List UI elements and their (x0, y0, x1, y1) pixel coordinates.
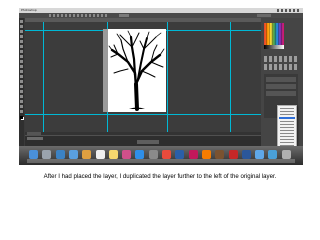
path-selection-tool-icon[interactable] (20, 95, 23, 98)
preferences-icon[interactable] (148, 150, 158, 159)
menu-item[interactable] (280, 111, 294, 112)
zoom-tool-icon[interactable] (20, 110, 23, 113)
swatches-panel[interactable] (264, 23, 284, 45)
pen-tool-icon[interactable] (20, 85, 23, 88)
notes-icon[interactable] (108, 150, 118, 159)
create-timeline-button[interactable] (137, 140, 159, 144)
duplicated-layer-edge[interactable] (103, 29, 108, 112)
hand-tool-icon[interactable] (20, 105, 23, 108)
history-brush-tool-icon[interactable] (20, 65, 23, 68)
app-store-icon[interactable] (135, 150, 145, 159)
grayscale-swatches[interactable] (264, 45, 284, 49)
itunes-icon[interactable] (122, 150, 132, 159)
photoshop-icon[interactable] (175, 150, 185, 159)
guide-vertical-mid-right[interactable] (167, 22, 168, 132)
guide-vertical-right[interactable] (230, 22, 231, 132)
menu-item-highlighted[interactable] (279, 117, 295, 119)
adjustments-icons[interactable] (264, 56, 298, 62)
downloads-icon[interactable] (268, 150, 278, 159)
screenshot: Photoshop (19, 8, 303, 165)
shape-tool-icon[interactable] (20, 100, 23, 103)
type-tool-icon[interactable] (20, 90, 23, 93)
menu-item[interactable] (280, 136, 294, 137)
workspace-switcher[interactable] (257, 14, 271, 17)
menu-item[interactable] (280, 108, 294, 109)
calendar-icon[interactable] (95, 150, 105, 159)
layer-row[interactable] (266, 77, 296, 82)
menu-item[interactable] (280, 130, 294, 131)
menu-item[interactable] (280, 121, 294, 122)
guide-vertical-left[interactable] (43, 22, 44, 132)
slide-caption: After I had placed the layer, I duplicat… (43, 173, 277, 180)
document-window (25, 18, 261, 132)
layer-row[interactable] (266, 84, 296, 89)
eraser-tool-icon[interactable] (20, 70, 23, 73)
tools-panel (19, 18, 24, 146)
options-buttons[interactable] (49, 14, 109, 17)
guide-horizontal-bottom[interactable] (25, 114, 261, 115)
gradient-tool-icon[interactable] (20, 75, 23, 78)
menu-item[interactable] (280, 114, 294, 115)
tree-roots (129, 107, 145, 109)
trash-icon[interactable] (281, 150, 291, 159)
safari-icon[interactable] (55, 150, 65, 159)
styles-icons[interactable] (264, 64, 298, 70)
app-menu[interactable]: Photoshop (21, 8, 37, 12)
tree-silhouette (108, 30, 165, 111)
foreground-color-swatch[interactable] (20, 116, 23, 119)
menu-item[interactable] (280, 133, 294, 134)
indesign-icon[interactable] (188, 150, 198, 159)
word-icon[interactable] (241, 150, 251, 159)
healing-tool-icon[interactable] (20, 50, 23, 53)
menu-item[interactable] (280, 124, 294, 125)
brush-tool-icon[interactable] (20, 55, 23, 58)
timeline-tab[interactable] (27, 137, 43, 140)
menu-item[interactable] (280, 127, 294, 128)
finder-icon[interactable] (29, 150, 38, 159)
dodge-tool-icon[interactable] (20, 80, 23, 83)
wand-tool-icon[interactable] (20, 35, 23, 38)
mail-icon[interactable] (68, 150, 78, 159)
canvas-area[interactable] (25, 22, 261, 132)
layer-row[interactable] (266, 91, 296, 96)
acrobat-icon[interactable] (228, 150, 238, 159)
move-tool-icon[interactable] (20, 20, 23, 23)
illustrator-icon[interactable] (201, 150, 211, 159)
bridge-icon[interactable] (215, 150, 225, 159)
launchpad-icon[interactable] (42, 150, 52, 159)
marquee-tool-icon[interactable] (20, 25, 23, 28)
photos-icon[interactable] (82, 150, 92, 159)
crop-tool-icon[interactable] (20, 40, 23, 43)
options-select[interactable] (119, 14, 129, 17)
dock (19, 146, 303, 165)
chrome-icon[interactable] (162, 150, 171, 159)
menu-item[interactable] (280, 139, 294, 140)
menubar-status-icons (277, 9, 301, 12)
lasso-tool-icon[interactable] (20, 30, 23, 33)
dock-shelf (27, 159, 295, 163)
menu-item[interactable] (280, 142, 294, 143)
document-image[interactable] (103, 29, 166, 112)
eyedropper-tool-icon[interactable] (20, 45, 23, 48)
stamp-tool-icon[interactable] (20, 60, 23, 63)
folder-icon[interactable] (255, 150, 265, 159)
